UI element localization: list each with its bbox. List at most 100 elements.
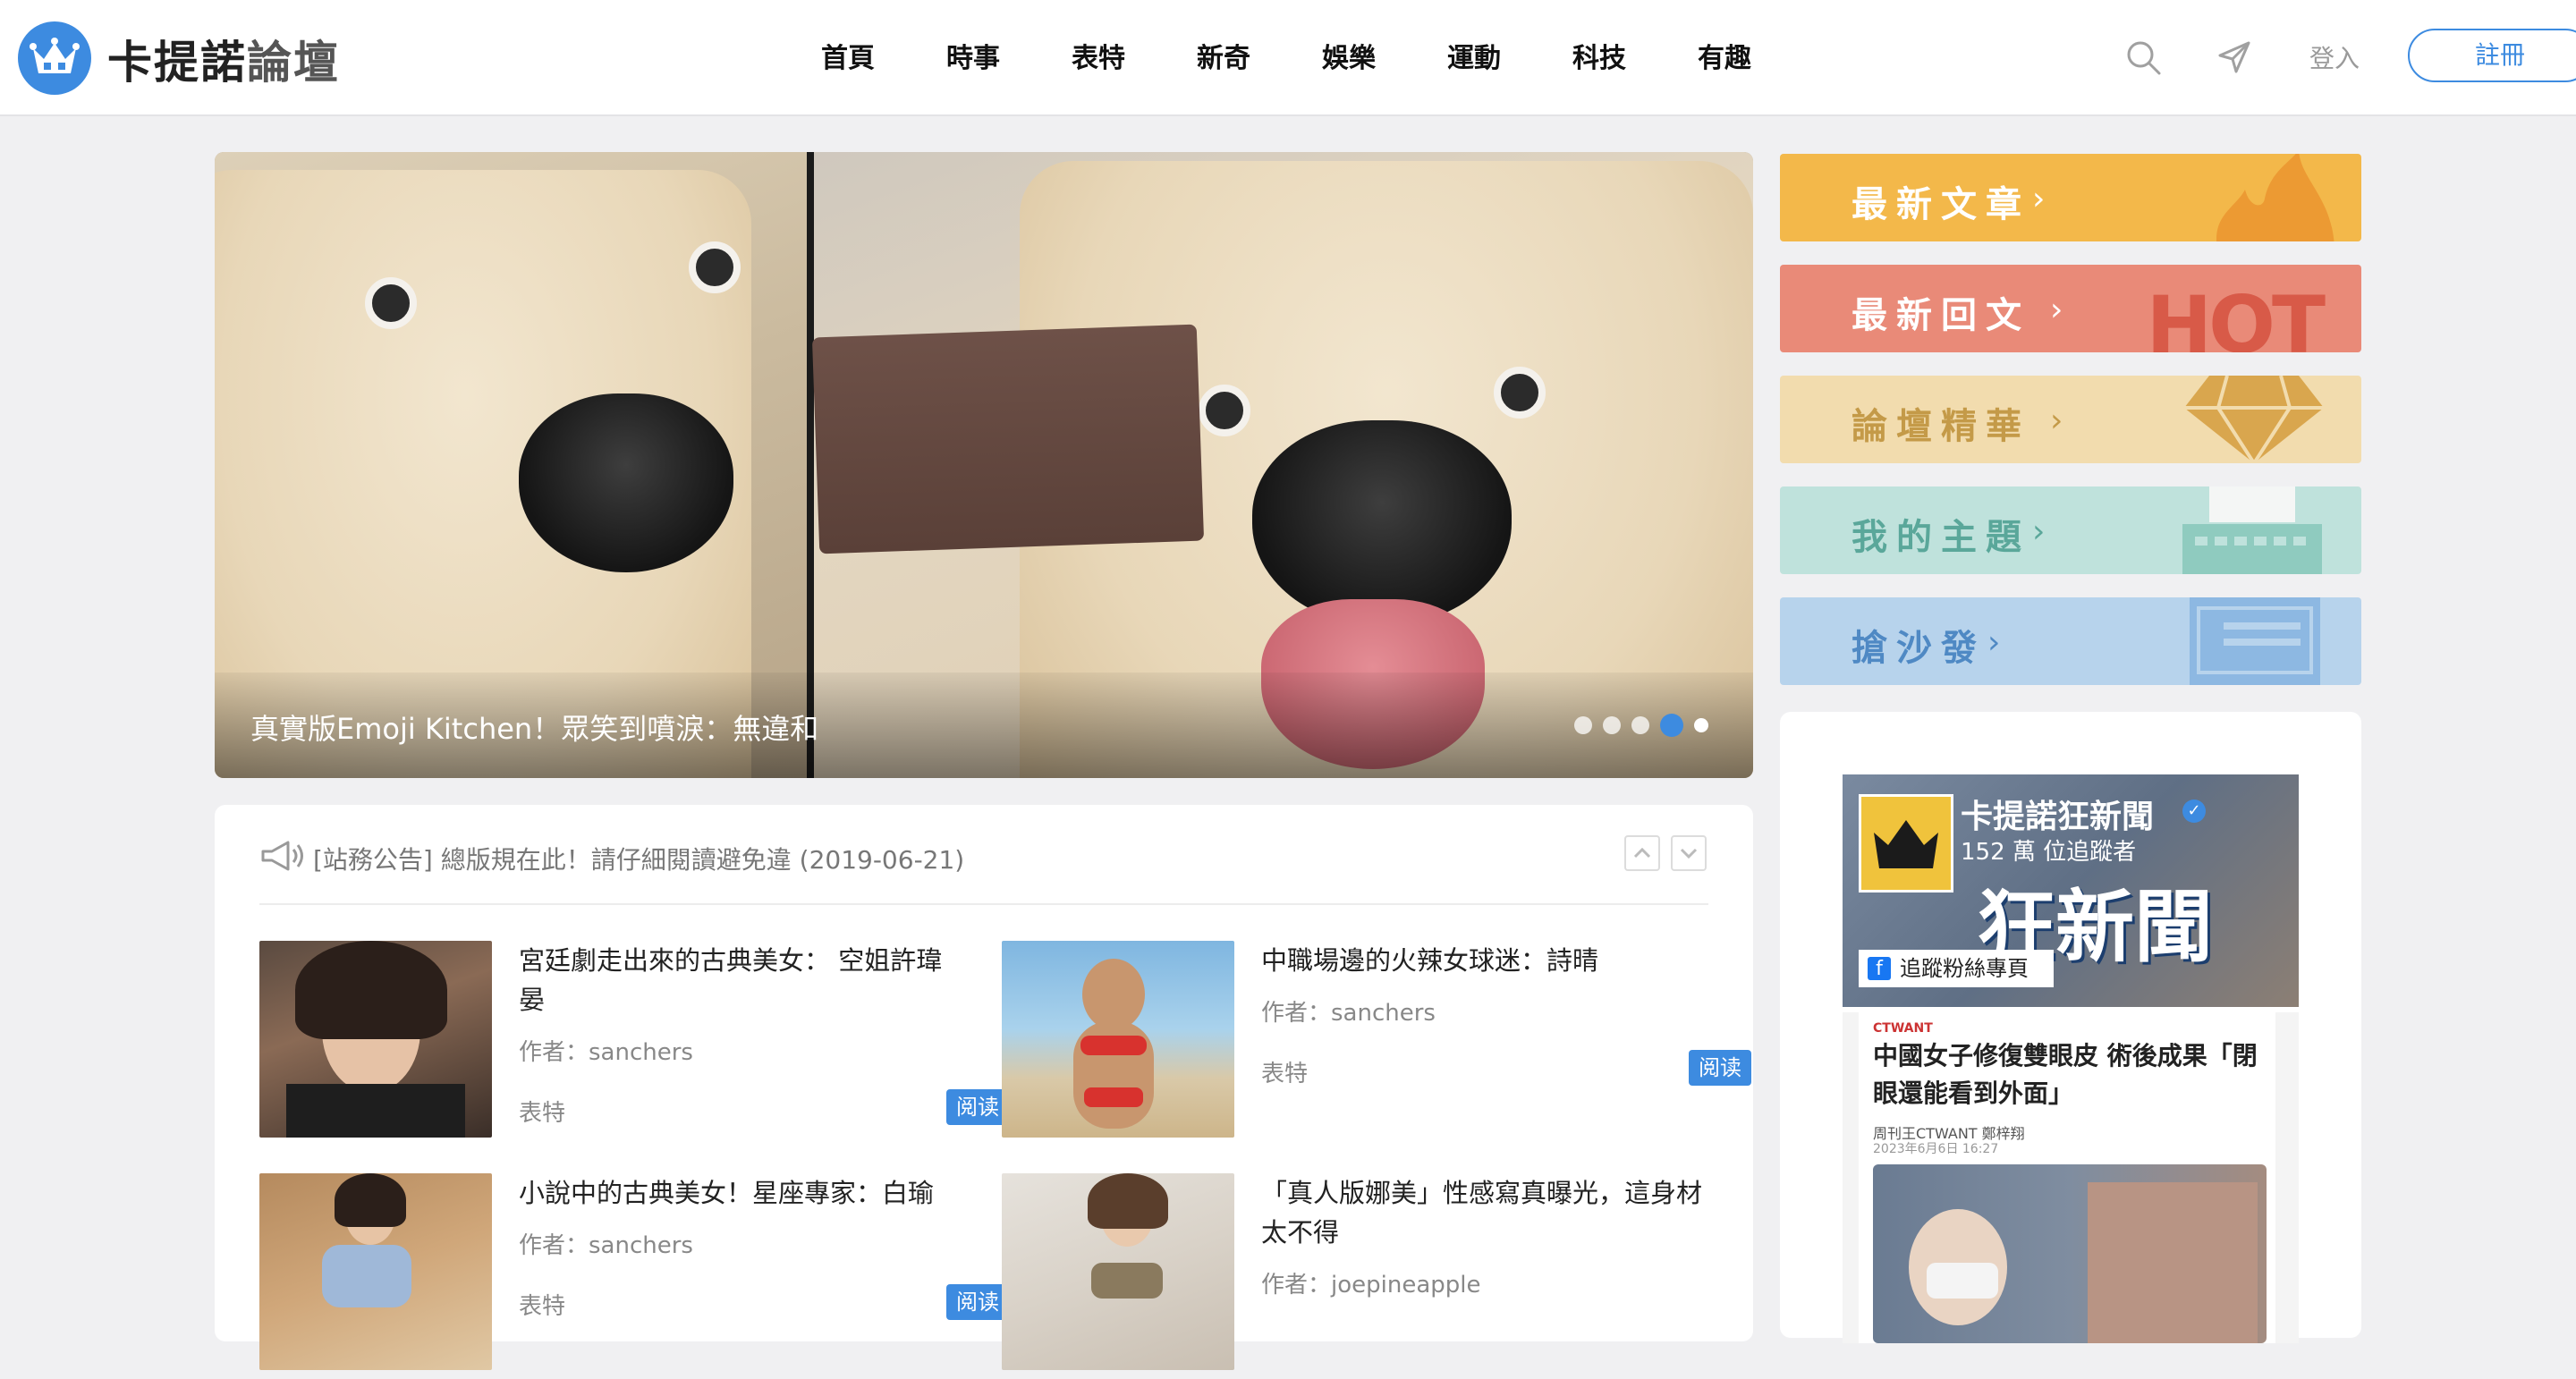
latest-replies-label: 最新回文 xyxy=(1852,295,2030,336)
diamond-icon xyxy=(2184,376,2324,463)
carousel-dot[interactable] xyxy=(1694,718,1708,732)
read-button[interactable]: 阅读 xyxy=(1689,1050,1751,1086)
article-thumbnail[interactable] xyxy=(259,941,492,1138)
thumb-bikini-top xyxy=(1080,1036,1147,1055)
thumb-top xyxy=(322,1245,411,1307)
eye-right-2 xyxy=(1494,367,1546,419)
grab-sofa-label: 搶沙發 xyxy=(1852,628,1986,669)
nav-item-tech[interactable]: 科技 xyxy=(1572,36,1698,75)
announcement-text[interactable]: [站務公告] 總版規在此！請仔細閱讀避免違 (2019-06-21) xyxy=(313,841,964,876)
post-closeup xyxy=(2088,1182,2258,1343)
chevron-up-icon xyxy=(1633,847,1651,859)
thumb-hair xyxy=(335,1173,406,1227)
article-title[interactable]: 中職場邊的火辣女球迷：詩晴 xyxy=(1261,941,1708,980)
post-date: 2023年6月6日 16:27 xyxy=(1873,1142,1999,1156)
nav-item-fun[interactable]: 有趣 xyxy=(1698,36,1823,75)
article-card[interactable]: 小說中的古典美女！星座專家：白瑜 作者：sanchers 表特 阅读 xyxy=(259,1173,1009,1379)
nav-item-sports[interactable]: 運動 xyxy=(1447,36,1572,75)
carousel-dot[interactable] xyxy=(1631,716,1649,734)
chevron-right-icon: › xyxy=(2032,513,2046,550)
article-thumbnail[interactable] xyxy=(1002,941,1234,1138)
hero-carousel[interactable]: 真實版Emoji Kitchen！眾笑到噴淚：無違和 xyxy=(215,152,1753,778)
article-thumbnail[interactable] xyxy=(259,1173,492,1370)
announce-down-button[interactable] xyxy=(1671,835,1707,871)
nav-item-novelty[interactable]: 新奇 xyxy=(1197,36,1322,75)
article-thumbnail[interactable] xyxy=(1002,1173,1234,1370)
article-author[interactable]: 作者：sanchers xyxy=(1261,994,1436,1028)
follow-page-label: 追蹤粉絲專頁 xyxy=(1900,956,2029,981)
forum-highlights-button[interactable]: 論壇精華 › xyxy=(1780,376,2361,463)
chevron-down-icon xyxy=(1680,848,1698,859)
announce-up-button[interactable] xyxy=(1624,835,1660,871)
announcement-bar: [站務公告] 總版規在此！請仔細閱讀避免違 (2019-06-21) xyxy=(259,835,1708,905)
login-link[interactable]: 登入 xyxy=(2309,39,2360,75)
brand-part1: 卡提諾 xyxy=(107,37,247,89)
article-title[interactable]: 「真人版娜美」性感寫真曝光，這身材太不得 xyxy=(1261,1173,1708,1252)
main-nav: 首頁 時事 表特 新奇 娛樂 運動 科技 有趣 xyxy=(821,36,1823,75)
thumb-hair xyxy=(1088,1173,1168,1229)
my-topics-button[interactable]: 我的主題 › xyxy=(1780,486,2361,574)
article-category[interactable]: 表特 xyxy=(519,1288,565,1321)
thumb-hair xyxy=(295,941,447,1039)
article-author[interactable]: 作者：sanchers xyxy=(519,1227,693,1260)
page-logo[interactable] xyxy=(1859,794,1953,893)
post-image[interactable] xyxy=(1873,1164,2267,1343)
facebook-icon: f xyxy=(1868,957,1891,980)
article-author[interactable]: 作者：sanchers xyxy=(519,1034,693,1067)
nav-item-entertainment[interactable]: 娛樂 xyxy=(1322,36,1447,75)
carousel-dot-active[interactable] xyxy=(1660,714,1683,737)
article-title[interactable]: 小說中的古典美女！星座專家：白瑜 xyxy=(519,1173,966,1213)
article-card[interactable]: 「真人版娜美」性感寫真曝光，這身材太不得 作者：joepineapple xyxy=(1002,1173,1717,1379)
article-card[interactable]: 中職場邊的火辣女球迷：詩晴 作者：sanchers 表特 阅读 xyxy=(1002,941,1751,1146)
article-author[interactable]: 作者：joepineapple xyxy=(1261,1266,1481,1299)
verified-badge-icon: ✓ xyxy=(2182,799,2206,823)
nav-item-beauty[interactable]: 表特 xyxy=(1072,36,1197,75)
post-source: CTWANT xyxy=(1873,1021,1933,1036)
latest-replies-button[interactable]: 最新回文 › HOT xyxy=(1780,265,2361,352)
nav-item-home[interactable]: 首頁 xyxy=(821,36,946,75)
crown-logo-icon xyxy=(1874,820,1938,868)
article-title[interactable]: 宮廷劇走出來的古典美女： 空姐許瑋晏 xyxy=(519,941,966,1019)
post-title[interactable]: 中國女子修復雙眼皮 術後成果「閉眼還能看到外面」 xyxy=(1873,1037,2267,1113)
page-name[interactable]: 卡提諾狂新聞 xyxy=(1961,791,2154,837)
latest-articles-label: 最新文章 xyxy=(1852,184,2030,225)
flame-icon xyxy=(2216,154,2334,241)
latest-articles-button[interactable]: 最新文章 › xyxy=(1780,154,2361,241)
nav-item-news[interactable]: 時事 xyxy=(946,36,1072,75)
hero-caption[interactable]: 真實版Emoji Kitchen！眾笑到噴淚：無違和 xyxy=(250,706,818,748)
article-card[interactable]: 宮廷劇走出來的古典美女： 空姐許瑋晏 作者：sanchers 表特 阅读 xyxy=(259,941,1009,1146)
facebook-page-card[interactable]: 卡提諾狂新聞 ✓ 152 萬 位追蹤者 狂新聞 f 追蹤粉絲專頁 xyxy=(1843,774,2299,1007)
typewriter-icon xyxy=(2182,486,2322,574)
eye-right-1 xyxy=(1199,385,1250,436)
search-icon[interactable] xyxy=(2125,39,2163,77)
thumb-bikini-bottom xyxy=(1084,1087,1143,1107)
read-button[interactable]: 阅读 xyxy=(946,1284,1009,1320)
eye-left-1 xyxy=(365,277,417,329)
chocolate-bar xyxy=(811,324,1205,554)
thumb-face xyxy=(1082,959,1145,1030)
facebook-post[interactable]: CTWANT 中國女子修復雙眼皮 術後成果「閉眼還能看到外面」 周刊王CTWAN… xyxy=(1843,1012,2299,1343)
carousel-dots xyxy=(1574,714,1719,737)
chevron-right-icon: › xyxy=(2050,402,2063,439)
article-category[interactable]: 表特 xyxy=(519,1095,565,1128)
chevron-right-icon: › xyxy=(2032,181,2046,217)
grab-sofa-button[interactable]: 搶沙發 › xyxy=(1780,597,2361,685)
follow-page-button[interactable]: f 追蹤粉絲專頁 xyxy=(1859,950,2054,987)
brand-name[interactable]: 卡提諾論壇 xyxy=(107,27,340,91)
follower-count: 152 萬 位追蹤者 xyxy=(1961,839,2137,866)
carousel-dot[interactable] xyxy=(1603,716,1621,734)
chevron-right-icon: › xyxy=(2050,292,2063,328)
nose-left xyxy=(519,393,733,572)
article-panel: [站務公告] 總版規在此！請仔細閱讀避免違 (2019-06-21) 宮廷劇走出… xyxy=(215,805,1753,1370)
send-icon[interactable] xyxy=(2216,39,2252,75)
forum-highlights-label: 論壇精華 xyxy=(1852,406,2030,447)
article-category[interactable]: 表特 xyxy=(1261,1055,1308,1088)
post-mask xyxy=(1927,1263,1998,1299)
carousel-dot[interactable] xyxy=(1574,716,1592,734)
register-button[interactable]: 註冊 xyxy=(2408,29,2576,82)
card-icon xyxy=(2190,597,2320,685)
my-topics-label: 我的主題 xyxy=(1852,517,2030,558)
eye-left-2 xyxy=(689,241,741,293)
read-button[interactable]: 阅读 xyxy=(946,1089,1009,1125)
logo-crown-icon[interactable] xyxy=(18,21,91,95)
